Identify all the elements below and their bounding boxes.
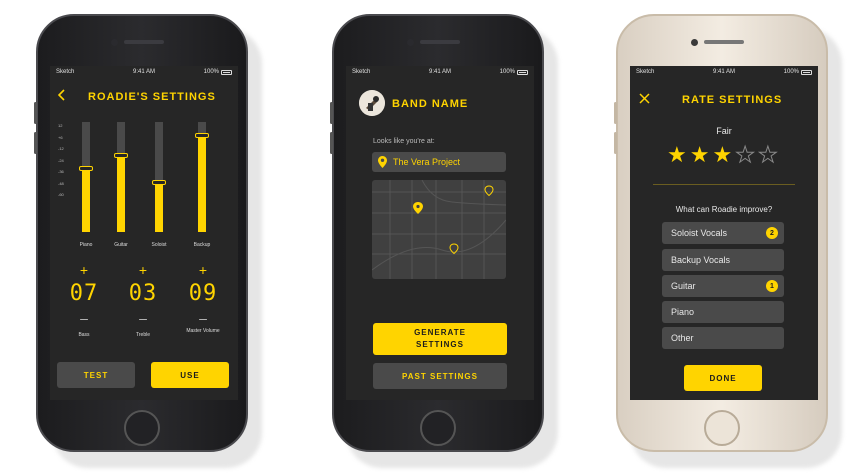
volume-value: 09 xyxy=(188,281,218,306)
past-settings-button[interactable]: PAST SETTINGS xyxy=(373,363,507,389)
slider-fill xyxy=(82,169,90,232)
location-pin-icon xyxy=(378,156,387,168)
slider-fill xyxy=(198,136,206,232)
eq-scale-tick: -48 xyxy=(58,180,64,186)
star-icon[interactable]: ★ xyxy=(757,143,778,166)
star-icon[interactable]: ★ xyxy=(667,144,687,166)
venue-map[interactable] xyxy=(372,180,506,279)
bass-decrease-button[interactable]: – xyxy=(74,311,94,325)
slider-handle[interactable] xyxy=(195,133,209,139)
chevron-left-icon[interactable] xyxy=(58,89,66,101)
screen-roadie-settings: Sketch 9:41 AM 100% ROADIE'S SETTINGS 12… xyxy=(50,66,238,400)
battery-indicator: 100% xyxy=(784,69,812,75)
page-title: RATE SETTINGS xyxy=(682,94,783,106)
rank-badge: 2 xyxy=(766,227,778,239)
star-icon[interactable]: ★ xyxy=(735,143,756,166)
bass-label: Bass xyxy=(78,332,90,338)
star-rating[interactable]: ★ ★ ★ ★ ★ xyxy=(667,143,778,166)
eq-slider-guitar[interactable] xyxy=(114,122,128,232)
band-name: BAND NAME xyxy=(392,98,469,110)
eq-scale-tick: -24 xyxy=(58,157,64,163)
location-prompt: Looks like you're at: xyxy=(373,138,435,145)
battery-icon xyxy=(801,69,812,75)
treble-label: Treble xyxy=(136,332,150,338)
eq-slider-soloist[interactable] xyxy=(152,122,166,232)
option-guitar[interactable]: Guitar 1 xyxy=(662,275,784,297)
page-title: ROADIE'S SETTINGS xyxy=(88,91,216,103)
option-other[interactable]: Other xyxy=(662,327,784,349)
volume-label: Master Volume xyxy=(186,328,220,334)
volume-increase-button[interactable]: + xyxy=(193,263,213,277)
slider-handle[interactable] xyxy=(79,166,93,172)
battery-indicator: 100% xyxy=(204,69,232,75)
slider-label-guitar: Guitar xyxy=(114,242,128,248)
treble-decrease-button[interactable]: – xyxy=(133,311,153,325)
option-soloist-vocals[interactable]: Soloist Vocals 2 xyxy=(662,222,784,244)
slider-label-backup: Backup xyxy=(193,242,211,248)
eq-scale: 12 +6 -12 -24 -36 -48 -60 xyxy=(58,120,64,201)
slider-fill xyxy=(117,156,125,232)
star-icon[interactable]: ★ xyxy=(712,144,732,166)
front-camera xyxy=(111,39,118,46)
slider-handle[interactable] xyxy=(152,179,166,185)
status-bar: Sketch 9:41 AM 100% xyxy=(346,66,534,80)
eq-scale-tick: +6 xyxy=(58,134,63,140)
guitarist-icon xyxy=(359,90,385,116)
eq-scale-tick: 12 xyxy=(58,123,63,128)
rating-text: Fair xyxy=(716,126,732,136)
home-button[interactable] xyxy=(420,410,456,446)
test-button[interactable]: TEST xyxy=(57,362,135,388)
map-pin-icon xyxy=(413,202,423,214)
bass-value: 07 xyxy=(69,281,99,306)
bass-increase-button[interactable]: + xyxy=(74,263,94,277)
option-backup-vocals[interactable]: Backup Vocals xyxy=(662,249,784,271)
screen-band-home: Sketch 9:41 AM 100% BAND NAME Looks like… xyxy=(346,66,534,400)
venue-field[interactable]: The Vera Project xyxy=(372,152,506,172)
slider-fill xyxy=(155,182,163,232)
venue-name: The Vera Project xyxy=(393,157,461,167)
eq-slider-piano[interactable] xyxy=(79,122,93,232)
eq-scale-tick: -60 xyxy=(58,192,64,197)
volume-decrease-button[interactable]: – xyxy=(193,311,213,325)
earpiece-speaker xyxy=(704,40,744,44)
band-avatar[interactable] xyxy=(359,90,385,116)
front-camera xyxy=(691,39,698,46)
use-button[interactable]: USE xyxy=(151,362,229,388)
status-bar: Sketch 9:41 AM 100% xyxy=(630,66,818,80)
close-icon[interactable] xyxy=(639,93,650,104)
earpiece-speaker xyxy=(124,40,164,44)
map-graphic xyxy=(372,180,506,279)
eq-scale-tick: -36 xyxy=(58,169,64,174)
improve-question: What can Roadie improve? xyxy=(675,205,773,214)
home-button[interactable] xyxy=(704,410,740,446)
home-button[interactable] xyxy=(124,410,160,446)
star-icon[interactable]: ★ xyxy=(690,144,710,166)
eq-scale-tick: -12 xyxy=(58,146,64,151)
battery-icon xyxy=(221,69,232,75)
treble-value: 03 xyxy=(128,281,158,306)
screen-rate-settings: Sketch 9:41 AM 100% RATE SETTINGS Fair ★… xyxy=(630,66,818,400)
slider-label-soloist: Soloist xyxy=(151,242,167,248)
eq-slider-backup[interactable] xyxy=(195,122,209,232)
status-bar: Sketch 9:41 AM 100% xyxy=(50,66,238,80)
generate-settings-button[interactable]: GENERATE SETTINGS xyxy=(373,323,507,355)
done-button[interactable]: DONE xyxy=(684,365,762,391)
option-piano[interactable]: Piano xyxy=(662,301,784,323)
front-camera xyxy=(407,39,414,46)
divider xyxy=(653,184,795,185)
rank-badge: 1 xyxy=(766,280,778,292)
battery-icon xyxy=(517,69,528,75)
battery-indicator: 100% xyxy=(500,69,528,75)
treble-increase-button[interactable]: + xyxy=(133,263,153,277)
earpiece-speaker xyxy=(420,40,460,44)
slider-handle[interactable] xyxy=(114,153,128,159)
slider-label-piano: Piano xyxy=(79,242,93,248)
